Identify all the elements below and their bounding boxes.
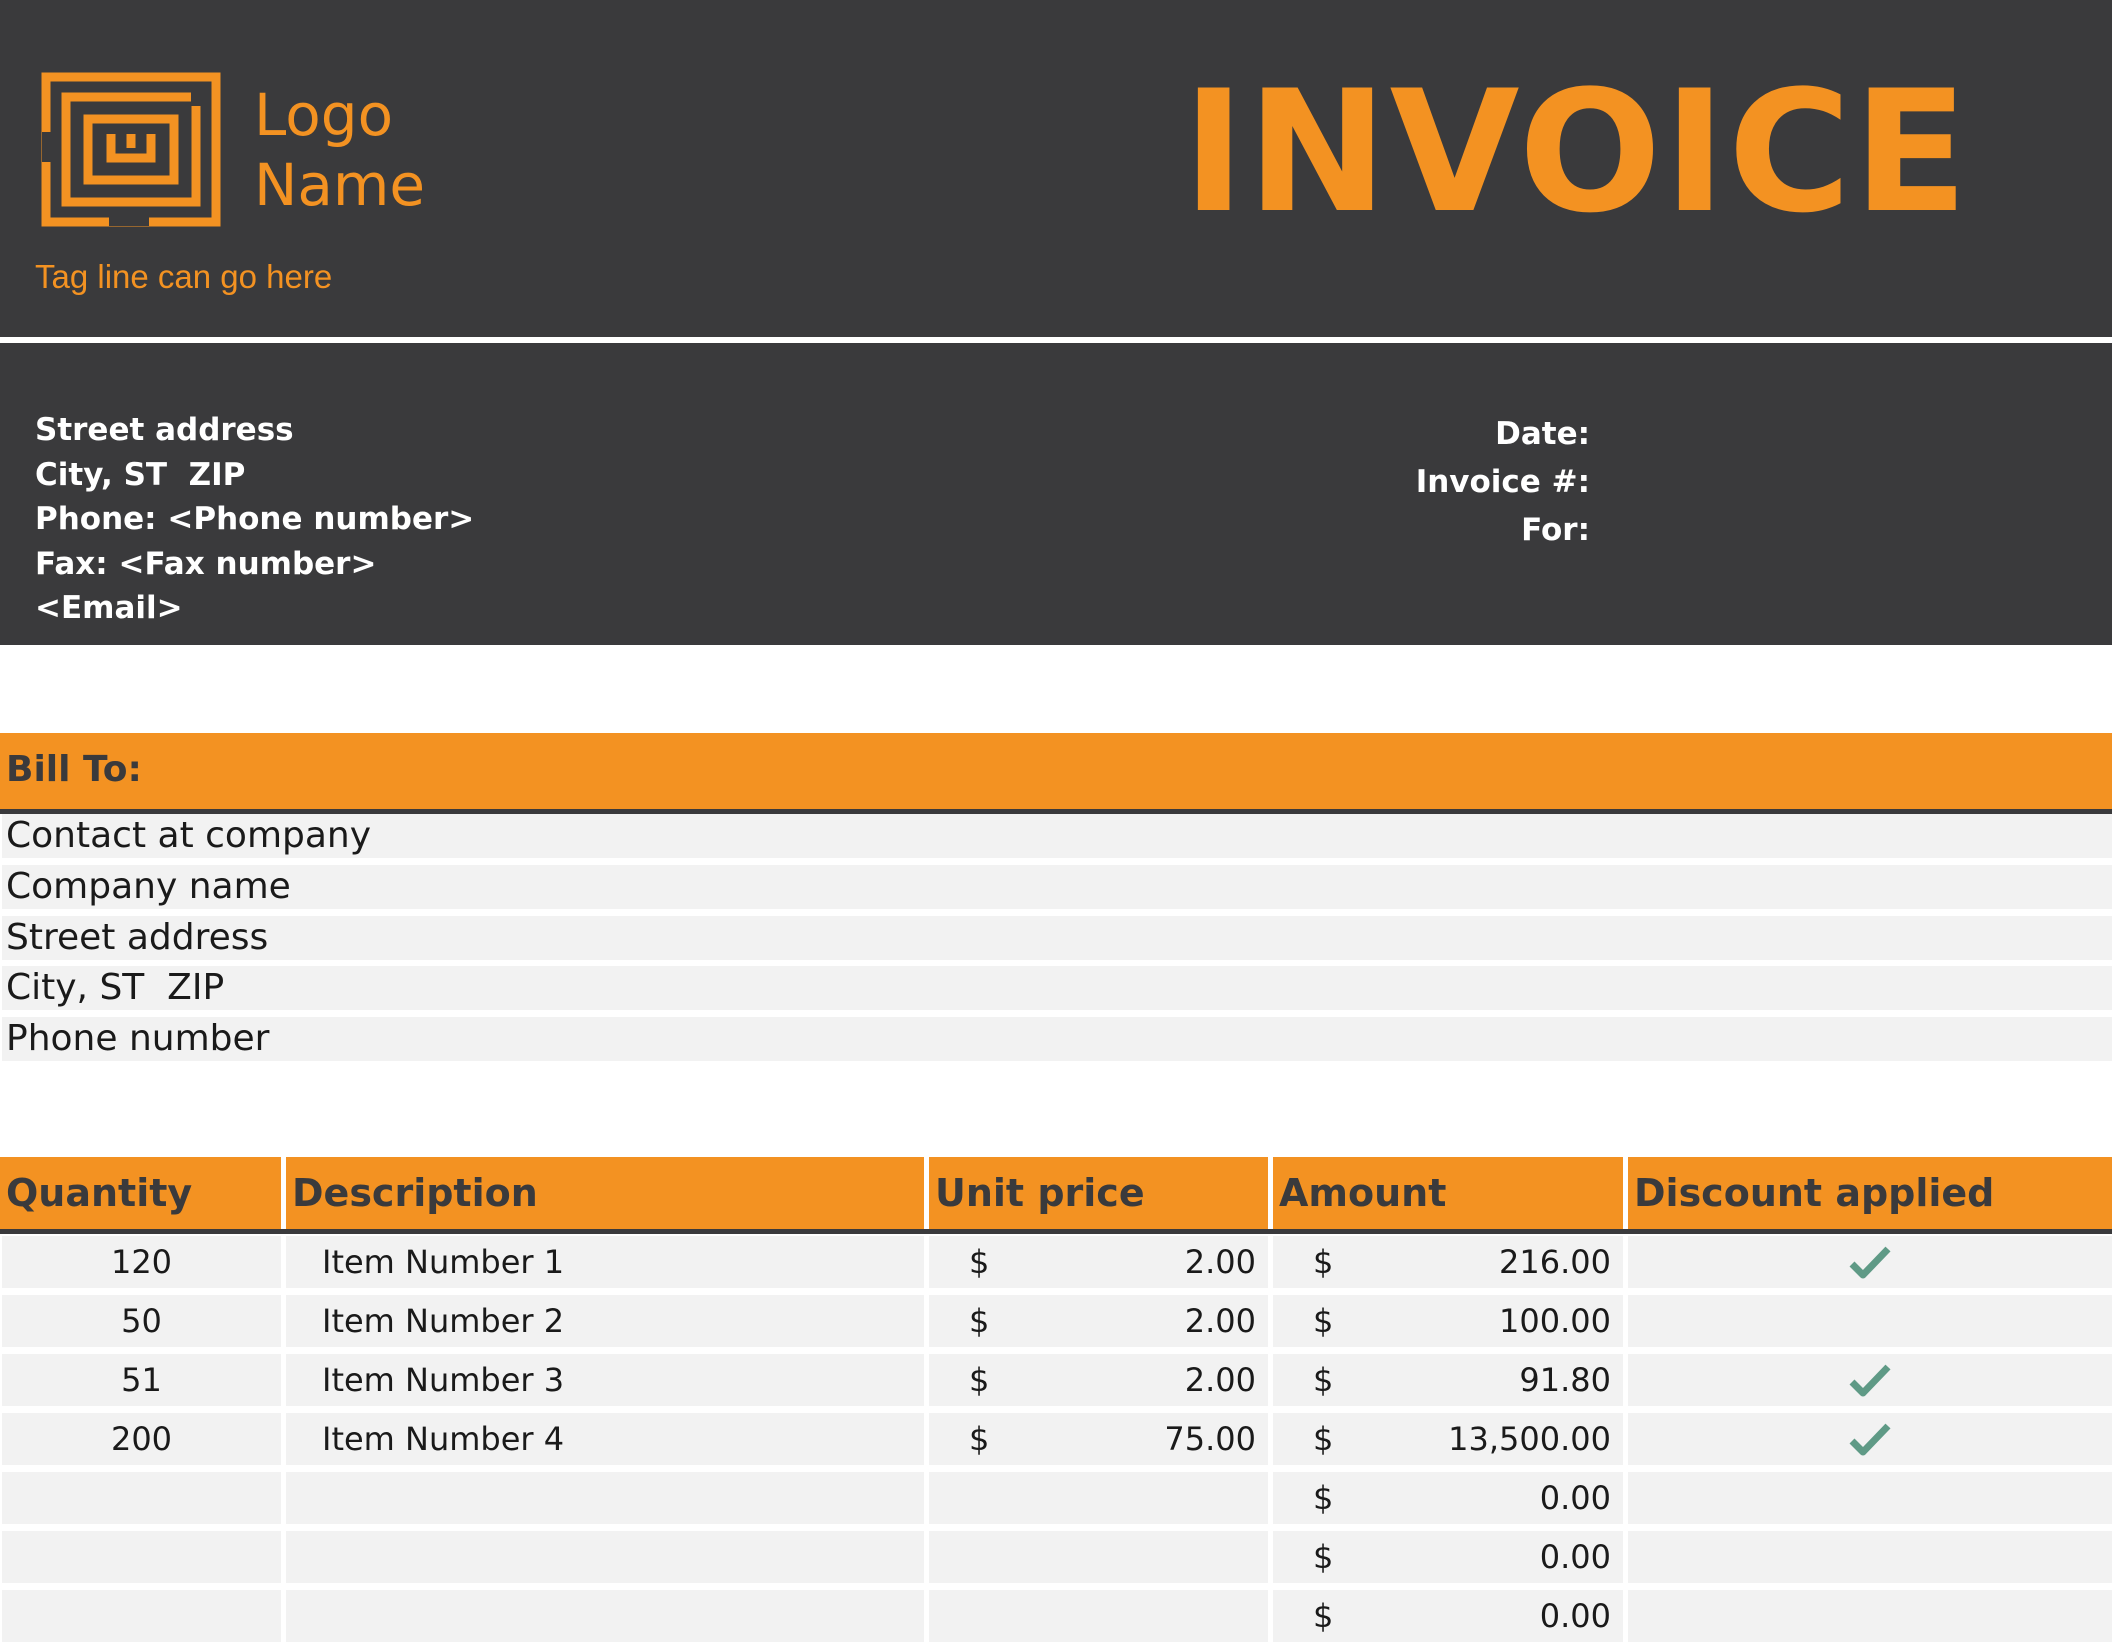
currency-symbol: $ — [1313, 1302, 1334, 1340]
description-cell — [286, 1590, 924, 1642]
amount-cell: $0.00 — [1273, 1531, 1623, 1583]
currency-symbol: $ — [969, 1361, 990, 1399]
discount-cell — [1628, 1590, 2112, 1642]
sender-street: Street address — [35, 412, 294, 448]
logo-line-2: Name — [254, 151, 426, 219]
tagline: Tag line can go here — [35, 258, 333, 295]
amount-value: 91.80 — [1519, 1361, 1611, 1399]
description-cell: Item Number 2 — [286, 1295, 924, 1347]
sender-phone: Phone: <Phone number> — [35, 501, 475, 537]
amount-cell: $100.00 — [1273, 1295, 1623, 1347]
unit-price-cell — [929, 1590, 1268, 1642]
sender-email: <Email> — [35, 590, 183, 626]
bill-to-company: Company name — [2, 865, 2112, 909]
quantity-cell — [2, 1590, 281, 1642]
checkmark-icon — [1849, 1364, 1891, 1397]
unit-price-value: 2.00 — [1184, 1243, 1256, 1281]
unit-price-cell: $2.00 — [929, 1354, 1268, 1406]
unit-price-value: 2.00 — [1184, 1361, 1256, 1399]
bill-to-header: Bill To: — [0, 733, 2112, 814]
header-description: Description — [286, 1157, 924, 1229]
currency-symbol: $ — [1313, 1243, 1334, 1281]
amount-value: 0.00 — [1539, 1597, 1611, 1635]
currency-symbol: $ — [1313, 1597, 1334, 1635]
unit-price-cell: $2.00 — [929, 1236, 1268, 1288]
sender-city: City, ST ZIP — [35, 456, 246, 493]
header-amount: Amount — [1273, 1157, 1623, 1229]
invoice-title: INVOICE — [1182, 54, 1970, 250]
currency-symbol: $ — [1313, 1538, 1334, 1576]
amount-value: 13,500.00 — [1448, 1420, 1611, 1458]
maze-logo-icon — [41, 72, 221, 227]
amount-value: 0.00 — [1539, 1479, 1611, 1517]
for-label: For: — [1521, 512, 1590, 548]
discount-cell — [1628, 1472, 2112, 1524]
header-quantity: Quantity — [0, 1157, 281, 1229]
checkmark-icon — [1849, 1423, 1891, 1456]
amount-value: 216.00 — [1499, 1243, 1611, 1281]
amount-cell: $91.80 — [1273, 1354, 1623, 1406]
logo-name: Logo Name — [254, 80, 425, 220]
bill-to-phone: Phone number — [2, 1017, 2112, 1061]
discount-cell — [1628, 1354, 2112, 1406]
logo-line-1: Logo — [254, 81, 394, 149]
discount-cell — [1628, 1236, 2112, 1288]
currency-symbol: $ — [969, 1302, 990, 1340]
discount-cell — [1628, 1413, 2112, 1465]
description-cell: Item Number 3 — [286, 1354, 924, 1406]
discount-cell — [1628, 1295, 2112, 1347]
bill-to-heading: Bill To: — [6, 749, 142, 790]
quantity-cell: 120 — [2, 1236, 281, 1288]
date-label: Date: — [1495, 416, 1590, 452]
invoice-number-label: Invoice #: — [1415, 464, 1590, 500]
amount-cell: $0.00 — [1273, 1590, 1623, 1642]
header-discount: Discount applied — [1628, 1157, 2112, 1229]
quantity-cell: 51 — [2, 1354, 281, 1406]
quantity-cell: 200 — [2, 1413, 281, 1465]
currency-symbol: $ — [1313, 1479, 1334, 1517]
bill-to-street: Street address — [2, 916, 2112, 960]
amount-cell: $216.00 — [1273, 1236, 1623, 1288]
amount-value: 100.00 — [1499, 1302, 1611, 1340]
amount-value: 0.00 — [1539, 1538, 1611, 1576]
invoice-meta: Date: Invoice #: For: — [1416, 410, 1590, 554]
bill-to-city: City, ST ZIP — [2, 966, 2112, 1010]
currency-symbol: $ — [969, 1243, 990, 1281]
unit-price-cell — [929, 1472, 1268, 1524]
quantity-cell — [2, 1531, 281, 1583]
description-cell: Item Number 4 — [286, 1413, 924, 1465]
currency-symbol: $ — [969, 1420, 990, 1458]
amount-cell: $13,500.00 — [1273, 1413, 1623, 1465]
currency-symbol: $ — [1313, 1361, 1334, 1399]
unit-price-cell: $2.00 — [929, 1295, 1268, 1347]
quantity-cell: 50 — [2, 1295, 281, 1347]
description-cell — [286, 1472, 924, 1524]
currency-symbol: $ — [1313, 1420, 1334, 1458]
checkmark-icon — [1849, 1246, 1891, 1279]
table-header-rule — [0, 1229, 2112, 1234]
discount-cell — [1628, 1531, 2112, 1583]
quantity-cell — [2, 1472, 281, 1524]
unit-price-cell: $75.00 — [929, 1413, 1268, 1465]
description-cell — [286, 1531, 924, 1583]
amount-cell: $0.00 — [1273, 1472, 1623, 1524]
unit-price-value: 2.00 — [1184, 1302, 1256, 1340]
unit-price-value: 75.00 — [1164, 1420, 1256, 1458]
sender-fax: Fax: <Fax number> — [35, 545, 377, 582]
unit-price-cell — [929, 1531, 1268, 1583]
description-cell: Item Number 1 — [286, 1236, 924, 1288]
bill-to-contact: Contact at company — [2, 814, 2112, 858]
sender-address: Street address City, ST ZIP Phone: <Phon… — [35, 408, 474, 631]
header-unit-price: Unit price — [929, 1157, 1268, 1229]
